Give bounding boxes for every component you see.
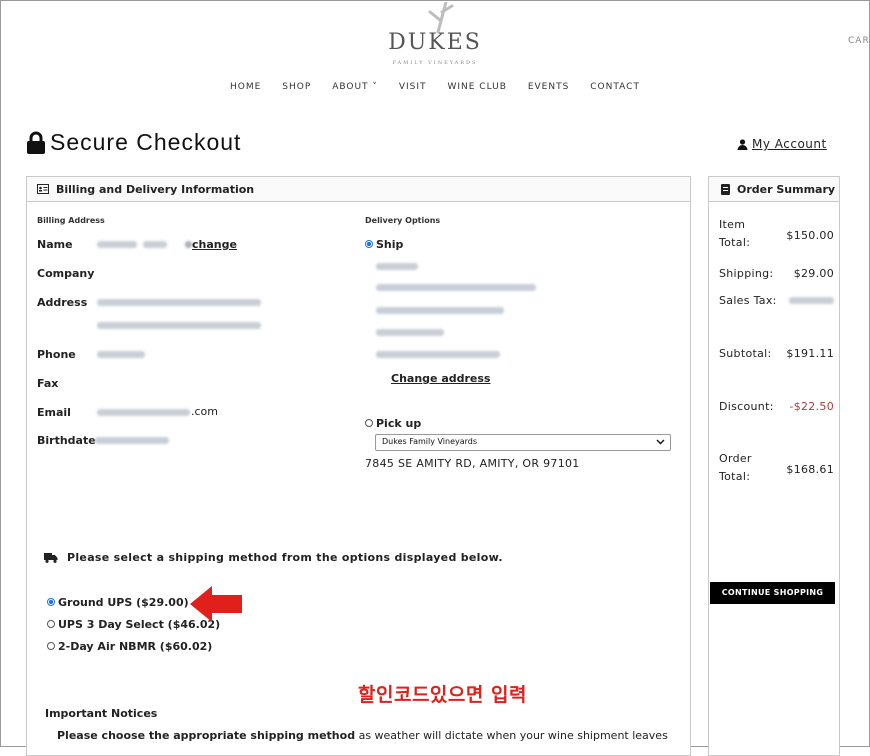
email-label: Email: [37, 406, 71, 419]
name-value-blurred: [97, 241, 137, 248]
nav-home[interactable]: HOME: [230, 82, 261, 92]
discount-code-note: 할인코드있으면 입력: [358, 684, 527, 706]
ship-radio[interactable]: [365, 240, 373, 248]
nav-wine-club[interactable]: WINE CLUB: [447, 82, 506, 92]
ship-name-blurred: [376, 263, 418, 270]
order-total-value: $168.61: [786, 463, 834, 476]
id-card-icon: [37, 184, 49, 194]
brand-tagline: FAMILY VINEYARDS: [392, 60, 478, 66]
ship-address1-blurred: [376, 284, 536, 291]
billing-panel-title: Billing and Delivery Information: [56, 182, 255, 196]
address-line2-blurred: [97, 322, 261, 329]
main-nav: HOME SHOP ABOUT ˅ VISIT WINE CLUB EVENTS…: [230, 82, 640, 92]
change-name-link[interactable]: change: [192, 238, 237, 251]
item-total-value: $150.00: [786, 229, 834, 242]
name-value-blurred-2: [143, 241, 167, 248]
brand-logo[interactable]: DUKES FAMILY VINEYARDS: [360, 2, 510, 72]
shipping-label: Shipping:: [719, 267, 774, 280]
nav-shop[interactable]: SHOP: [282, 82, 311, 92]
discount-row: Discount: -$22.50: [719, 400, 834, 413]
billing-panel-header: Billing and Delivery Information: [27, 177, 690, 202]
receipt-icon: [721, 183, 730, 195]
item-total-row: Item Total: $150.00: [719, 218, 834, 249]
discount-value: -$22.50: [789, 400, 834, 413]
shipping-option-2day[interactable]: 2-Day Air NBMR ($60.02): [47, 640, 212, 653]
notice-rest-text: as weather will dictate when your wine s…: [355, 729, 668, 742]
brand-name: DUKES: [388, 30, 482, 55]
subtotal-row: Subtotal: $191.11: [719, 347, 834, 360]
page-title-row: Secure Checkout: [26, 129, 241, 156]
nav-visit[interactable]: VISIT: [399, 82, 427, 92]
pickup-location-select[interactable]: Dukes Family Vineyards: [375, 434, 671, 451]
order-total-row: Order Total: $168.61: [719, 452, 834, 483]
shipping-option-2day-radio[interactable]: [47, 642, 55, 650]
sales-tax-row: Sales Tax:: [719, 294, 834, 307]
sales-tax-value-blurred: [789, 297, 834, 304]
billing-heading: Billing Address: [37, 216, 105, 225]
shipping-option-ground-radio[interactable]: [47, 598, 55, 606]
shipping-method-prompt: Please select a shipping method from the…: [67, 551, 503, 564]
order-summary-title: Order Summary: [737, 182, 836, 196]
pickup-label: Pick up: [376, 417, 422, 430]
birthdate-value-blurred: [95, 437, 169, 444]
discount-label: Discount:: [719, 400, 774, 413]
order-summary-header: Order Summary: [709, 177, 839, 202]
shipping-option-2day-label: 2-Day Air NBMR ($60.02): [58, 640, 213, 653]
person-icon: [737, 138, 748, 150]
continue-shopping-button[interactable]: CONTINUE SHOPPING: [710, 582, 835, 604]
address-label: Address: [37, 296, 88, 309]
subtotal-value: $191.11: [786, 347, 834, 360]
address-line1-blurred: [97, 299, 261, 306]
ship-phone-blurred: [376, 329, 444, 336]
ship-label: Ship: [376, 238, 404, 251]
phone-label: Phone: [37, 348, 76, 361]
billing-delivery-panel: Billing and Delivery Information Billing…: [26, 176, 691, 756]
my-account-link[interactable]: My Account: [737, 137, 827, 151]
nav-contact[interactable]: CONTACT: [590, 82, 640, 92]
shipping-row: Shipping: $29.00: [719, 267, 834, 280]
notice-bold-text: Please choose the appropriate shipping m…: [57, 729, 356, 742]
pickup-address: 7845 SE AMITY RD, AMITY, OR 97101: [365, 457, 580, 470]
shipping-option-ground-label: Ground UPS ($29.00): [58, 596, 189, 609]
change-address-link[interactable]: Change address: [391, 372, 490, 385]
chevron-down-icon: [656, 439, 665, 445]
name-label: Name: [37, 238, 73, 251]
ship-email-blurred: [376, 351, 500, 358]
important-notices-heading: Important Notices: [45, 707, 158, 720]
change-link-blurred: [185, 241, 192, 248]
pickup-location-value: Dukes Family Vineyards: [382, 437, 478, 446]
birthdate-label: Birthdate: [37, 434, 96, 447]
shipping-option-3day-radio[interactable]: [47, 620, 55, 628]
lock-icon: [27, 131, 45, 154]
company-label: Company: [37, 267, 95, 280]
pickup-radio[interactable]: [365, 419, 373, 427]
my-account-label: My Account: [752, 137, 827, 151]
ship-address2-blurred: [376, 307, 504, 314]
subtotal-label: Subtotal:: [719, 347, 772, 360]
email-suffix: .com: [191, 405, 218, 418]
pickup-option[interactable]: Pick up: [365, 417, 421, 430]
phone-value-blurred: [97, 351, 145, 358]
sales-tax-label: Sales Tax:: [719, 294, 777, 307]
delivery-heading: Delivery Options: [365, 216, 441, 225]
cart-link[interactable]: CAR: [848, 36, 870, 46]
nav-events[interactable]: EVENTS: [528, 82, 569, 92]
ship-option[interactable]: Ship: [365, 238, 403, 251]
order-summary-panel: Order Summary Item Total: $150.00 Shippi…: [708, 176, 840, 756]
shipping-value: $29.00: [793, 267, 834, 280]
important-notices-text: Please choose the appropriate shipping m…: [57, 729, 668, 742]
email-value-blurred: [97, 409, 190, 416]
nav-about[interactable]: ABOUT ˅: [332, 82, 378, 92]
page-title: Secure Checkout: [50, 129, 242, 155]
shipping-option-ground[interactable]: Ground UPS ($29.00): [47, 596, 189, 609]
red-arrow-annotation: [190, 586, 242, 622]
truck-icon: [44, 553, 58, 563]
fax-label: Fax: [37, 377, 59, 390]
